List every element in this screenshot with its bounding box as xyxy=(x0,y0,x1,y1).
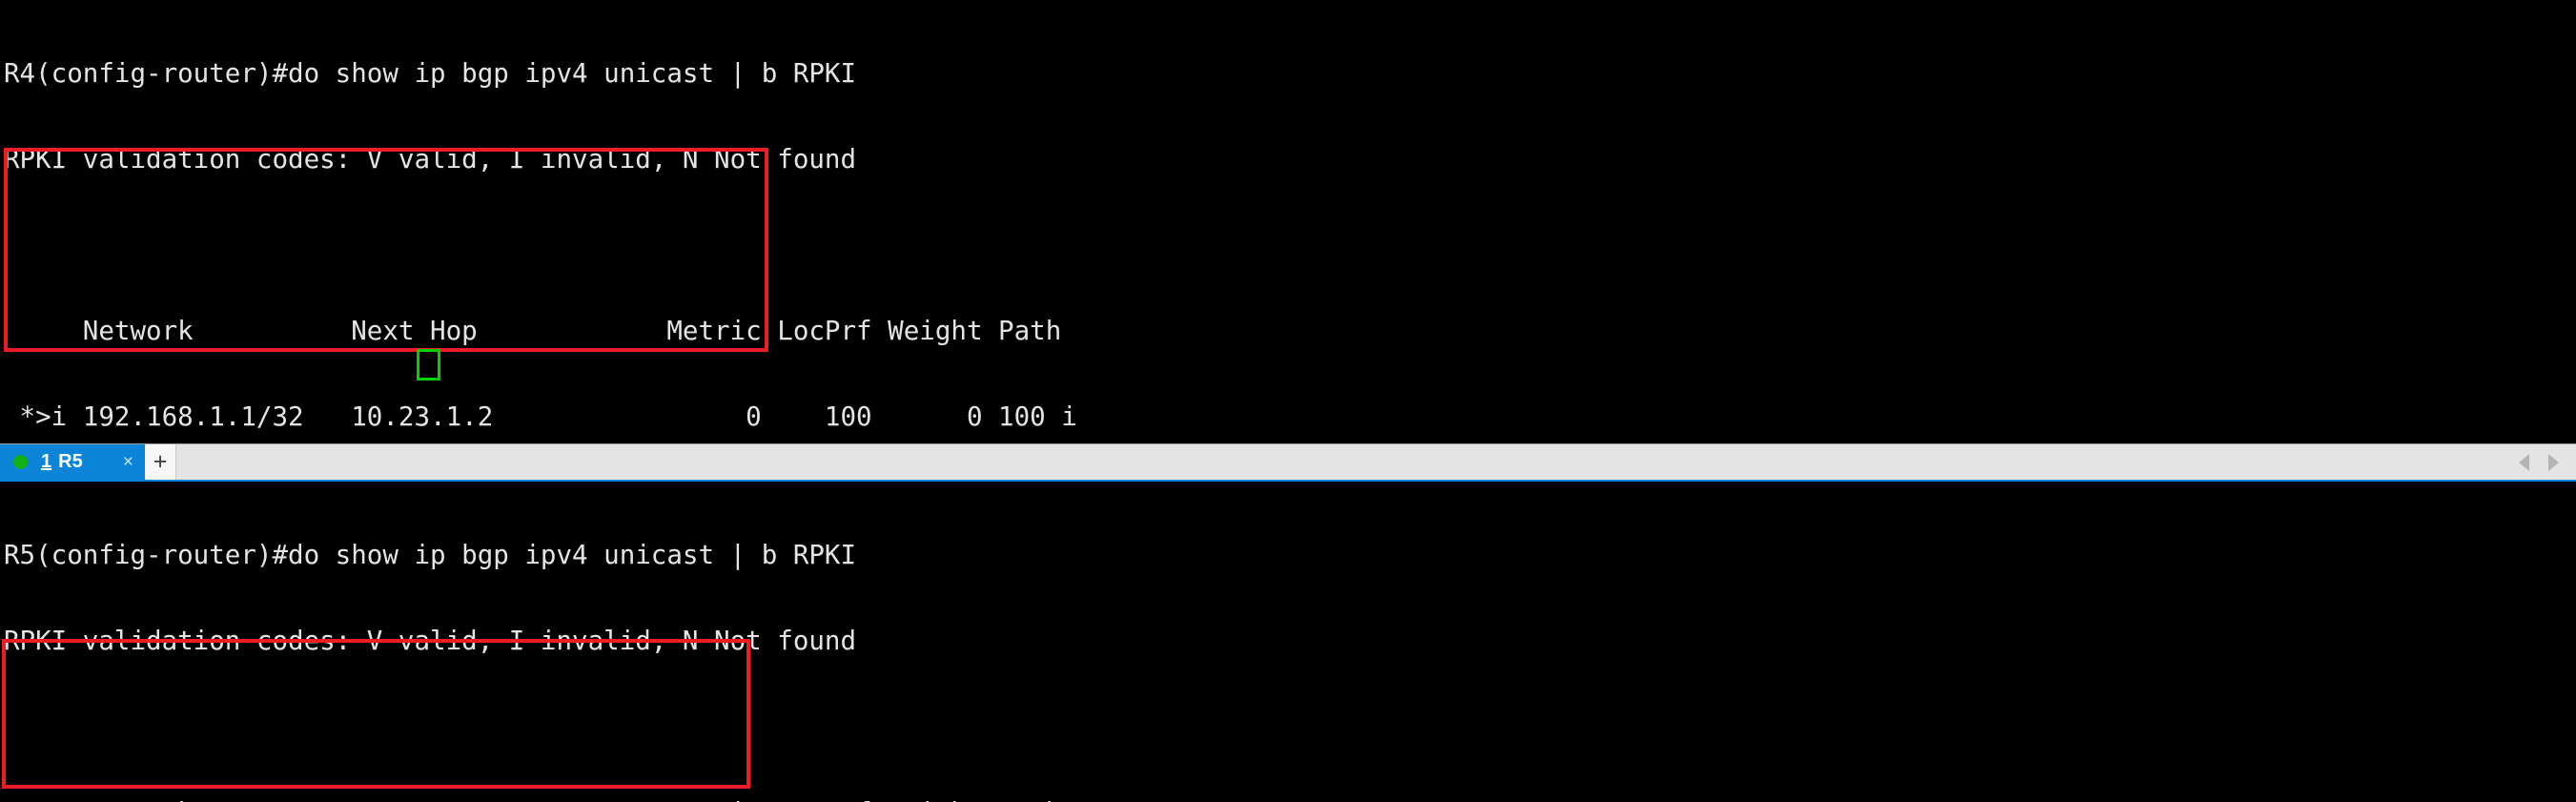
tab-title-label: R5 xyxy=(58,451,83,472)
terminal-output-r4: R4(config-router)#do show ip bgp ipv4 un… xyxy=(0,0,1125,443)
bgp-table-header-row: Network Next Hop Metric LocPrf Weight Pa… xyxy=(4,798,1251,802)
chevron-left-icon[interactable] xyxy=(2519,453,2529,471)
chevron-right-icon[interactable] xyxy=(2548,453,2559,471)
terminal-application-window: R4(config-router)#do show ip bgp ipv4 un… xyxy=(0,0,2576,802)
tab-r5[interactable]: 1 R5 × xyxy=(0,444,145,480)
terminal-line: RPKI validation codes: V valid, I invali… xyxy=(4,626,857,656)
tab-bar-spacer xyxy=(176,444,2519,480)
terminal-cursor-r4 xyxy=(417,349,440,380)
terminal-line: R5(config-router)#do show ip bgp ipv4 un… xyxy=(4,540,857,570)
tab-index-label: 1 xyxy=(41,451,52,472)
terminal-output-r5: R5(config-router)#do show ip bgp ipv4 un… xyxy=(0,482,1251,802)
connection-status-dot-icon xyxy=(13,455,28,469)
terminal-line: R4(config-router)#do show ip bgp ipv4 un… xyxy=(4,58,857,89)
new-tab-button[interactable]: + xyxy=(145,444,176,480)
terminal-line: RPKI validation codes: V valid, I invali… xyxy=(4,144,857,175)
terminal-pane-r5[interactable]: R5(config-router)#do show ip bgp ipv4 un… xyxy=(0,482,2576,802)
tab-scroll-controls xyxy=(2519,444,2576,480)
terminal-pane-r4[interactable]: R4(config-router)#do show ip bgp ipv4 un… xyxy=(0,0,2576,443)
bgp-table-row: *>i 192.168.1.1/32 10.23.1.2 0 100 0 100… xyxy=(4,401,1077,432)
bgp-table-header-row: Network Next Hop Metric LocPrf Weight Pa… xyxy=(4,316,1062,346)
close-icon[interactable]: × xyxy=(123,453,145,471)
terminal-tab-bar: 1 R5 × + xyxy=(0,443,2576,482)
